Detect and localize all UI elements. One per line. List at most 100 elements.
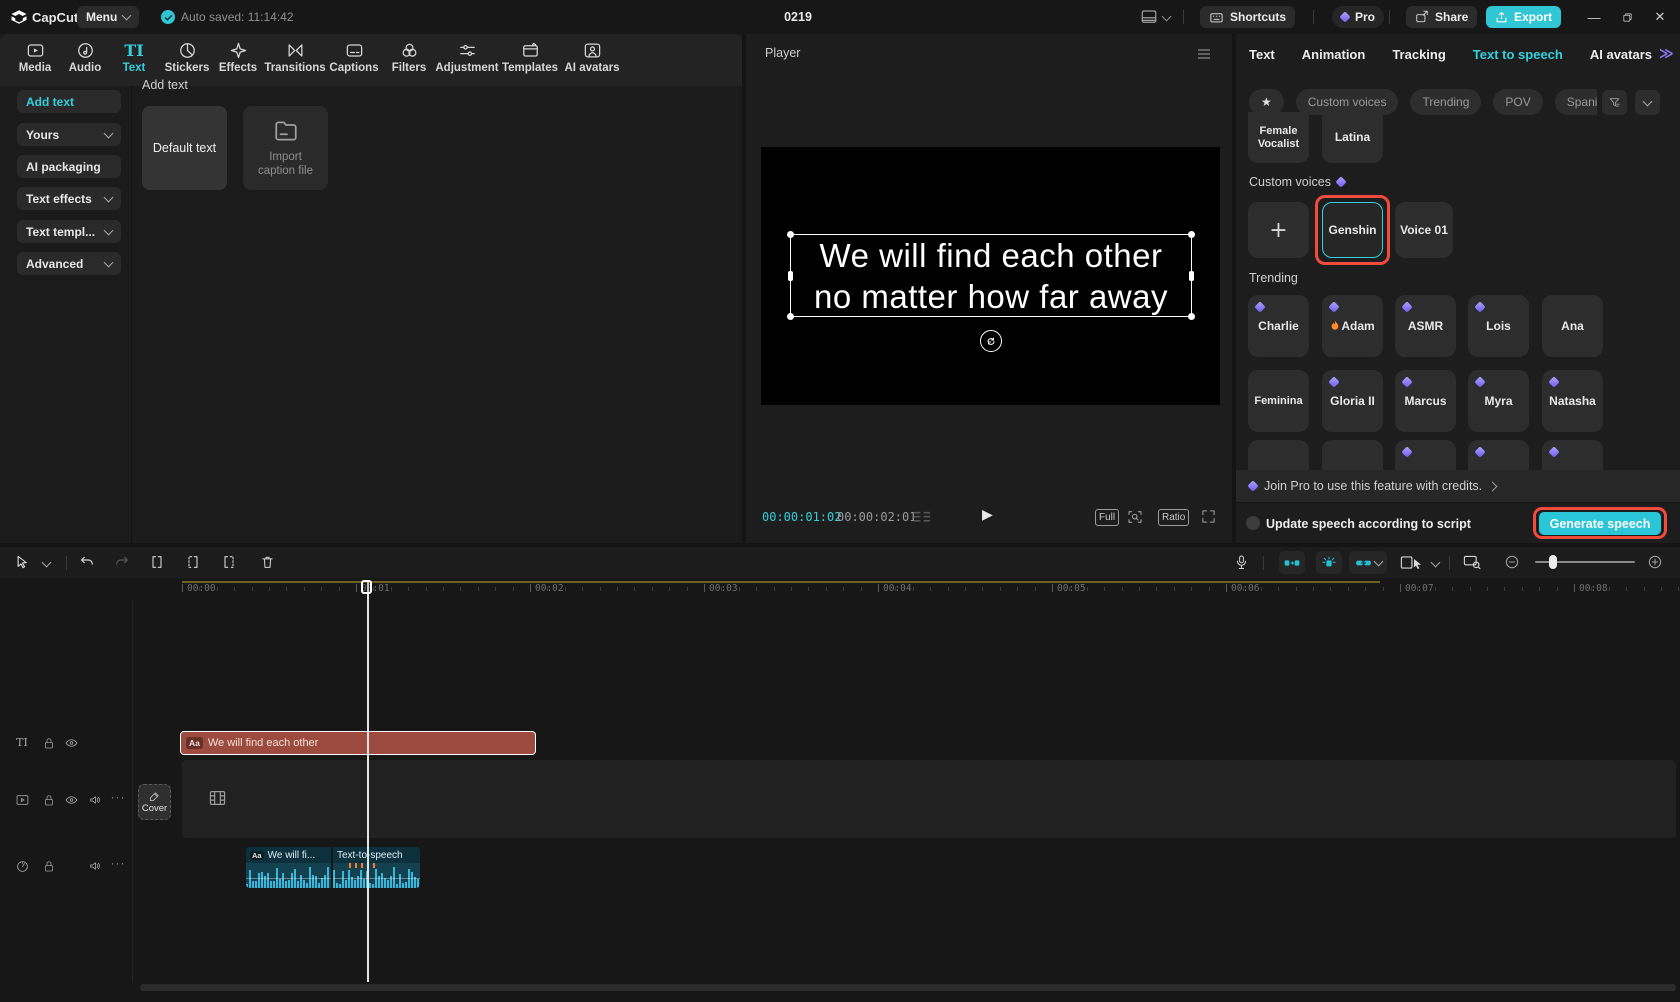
menu-button[interactable]: Menu [77, 6, 139, 28]
voice-card-female-vocalist[interactable]: Female Vocalist [1248, 112, 1309, 163]
filter-pill-pov[interactable]: POV [1493, 89, 1542, 115]
voice-card-asmr[interactable]: ASMR [1395, 295, 1456, 357]
voice-card-lois[interactable]: Lois [1468, 295, 1529, 357]
selection-handle[interactable] [787, 231, 794, 238]
preview-frame-icon[interactable] [1463, 554, 1481, 570]
delete-right-icon[interactable] [220, 554, 238, 570]
more-options-icon[interactable]: ··· [110, 790, 126, 804]
close-button[interactable]: ✕ [1646, 3, 1674, 31]
restore-button[interactable] [1613, 3, 1641, 31]
linked-track-button[interactable] [1349, 551, 1387, 574]
more-options-icon[interactable]: ··· [110, 856, 126, 870]
voice-card-marcus[interactable]: Marcus [1395, 370, 1456, 432]
visibility-eye-icon[interactable] [63, 737, 79, 749]
tab-tracking[interactable]: Tracking [1392, 47, 1445, 62]
import-caption-card[interactable]: Import caption file [243, 106, 328, 190]
toolbar-item-effects[interactable]: Effects [206, 41, 270, 74]
timeline-zoom-slider[interactable] [1535, 561, 1635, 563]
voice-card-voice01[interactable]: Voice 01 [1395, 202, 1453, 258]
horizontal-scrollbar[interactable] [140, 984, 1676, 991]
voice-card-partial[interactable] [1468, 440, 1529, 470]
voice-card-partial[interactable] [1322, 440, 1383, 470]
share-button[interactable]: Share [1406, 6, 1477, 28]
filter-pill-trending[interactable]: Trending [1410, 89, 1481, 115]
toolbar-item-ai-avatars[interactable]: AI avatars [560, 41, 624, 74]
audio-clip-2[interactable]: Text-to-speech [333, 847, 420, 888]
zoom-slider-handle[interactable] [1549, 555, 1557, 569]
toolbar-item-transitions[interactable]: Transitions [263, 41, 327, 74]
fullscreen-icon[interactable] [1201, 509, 1216, 524]
tab-ai-avatars[interactable]: AI avatars [1590, 47, 1652, 62]
playhead-line[interactable] [367, 580, 369, 982]
cursor-menu-chevron-icon[interactable] [42, 558, 52, 568]
voice-card-adam[interactable]: Adam [1322, 295, 1383, 357]
lock-icon[interactable] [41, 737, 57, 750]
update-speech-checkbox[interactable] [1246, 516, 1260, 530]
selection-handle[interactable] [1188, 313, 1195, 320]
player-menu-icon[interactable] [1196, 47, 1212, 61]
mute-speaker-icon[interactable] [87, 794, 103, 806]
mute-speaker-icon[interactable] [87, 860, 103, 872]
playhead-handle[interactable] [361, 580, 372, 594]
voice-card-natasha[interactable]: Natasha [1542, 370, 1603, 432]
toolbar-item-templates[interactable]: Templates [498, 41, 562, 74]
voice-card-partial[interactable] [1395, 440, 1456, 470]
toolbar-item-filters[interactable]: Filters [377, 41, 441, 74]
full-button[interactable]: Full [1095, 509, 1119, 526]
voice-card-genshin[interactable]: Genshin [1322, 202, 1383, 258]
split-icon[interactable] [148, 554, 166, 570]
redo-icon[interactable] [113, 554, 131, 570]
voice-card-feminina[interactable]: Feminina [1248, 370, 1309, 432]
toolbar-item-adjustment[interactable]: Adjustment [435, 41, 499, 74]
record-voiceover-icon[interactable] [1232, 554, 1250, 571]
shortcuts-button[interactable]: Shortcuts [1200, 6, 1295, 28]
generate-speech-button[interactable]: Generate speech [1539, 512, 1661, 535]
play-button[interactable]: ▶ [982, 507, 993, 523]
voice-card-gloria[interactable]: Gloria II [1322, 370, 1383, 432]
delete-left-icon[interactable] [184, 554, 202, 570]
selection-handle[interactable] [1189, 271, 1194, 281]
tab-animation[interactable]: Animation [1302, 47, 1366, 62]
add-voice-button[interactable]: + [1248, 202, 1309, 258]
export-button[interactable]: Export [1486, 6, 1561, 28]
focus-zoom-icon[interactable] [1127, 509, 1143, 525]
cover-button[interactable]: Cover [138, 784, 171, 820]
audio-clip-1[interactable]: Aa We will fi... [246, 847, 331, 888]
filter-pill-spanish[interactable]: Spani [1555, 89, 1597, 115]
undo-icon[interactable] [78, 554, 96, 570]
chevron-down-icon[interactable] [1431, 558, 1441, 568]
filter-funnel-button[interactable] [1602, 90, 1627, 115]
lock-icon[interactable] [41, 794, 57, 807]
sidebar-item-text-effects[interactable]: Text effects [17, 187, 121, 210]
voice-card-partial[interactable] [1542, 440, 1603, 470]
voice-card-latina[interactable]: Latina [1322, 112, 1383, 163]
layout-chevron-icon[interactable] [1162, 12, 1172, 22]
magnetic-main-track-button[interactable] [1279, 551, 1305, 574]
playback-quality-icon[interactable] [912, 511, 932, 524]
sidebar-item-advanced[interactable]: Advanced [17, 252, 121, 275]
sidebar-item-ai-packaging[interactable]: AI packaging [17, 155, 121, 178]
minimize-button[interactable]: — [1580, 3, 1608, 31]
voice-card-charlie[interactable]: Charlie [1248, 295, 1309, 357]
selection-handle[interactable] [1188, 231, 1195, 238]
workspace-layout-icon[interactable] [1140, 8, 1158, 26]
delete-icon[interactable] [258, 554, 276, 570]
zoom-in-icon[interactable] [1646, 554, 1664, 570]
text-clip[interactable]: Aa We will find each other [180, 731, 536, 755]
video-preview[interactable]: We will find each other no matter how fa… [761, 147, 1220, 405]
ratio-button[interactable]: Ratio [1158, 509, 1189, 526]
auto-select-clip-icon[interactable] [1399, 554, 1429, 571]
pro-badge[interactable]: Pro [1332, 6, 1384, 28]
video-clip[interactable] [182, 760, 1676, 838]
voice-card-partial[interactable] [1248, 440, 1309, 470]
zoom-out-icon[interactable] [1503, 554, 1521, 570]
sidebar-item-yours[interactable]: Yours [17, 123, 121, 146]
selection-handle[interactable] [788, 271, 793, 281]
default-text-card[interactable]: Default text [142, 106, 227, 190]
timeline-area[interactable]: 00:0000:0100:0200:0300:0400:0500:0600:07… [0, 578, 1680, 1002]
tab-text-to-speech[interactable]: Text to speech [1473, 47, 1563, 62]
visibility-eye-icon[interactable] [63, 794, 79, 806]
selection-handle[interactable] [787, 313, 794, 320]
text-selection-box[interactable]: We will find each other no matter how fa… [790, 234, 1192, 317]
select-cursor-icon[interactable] [13, 554, 31, 570]
